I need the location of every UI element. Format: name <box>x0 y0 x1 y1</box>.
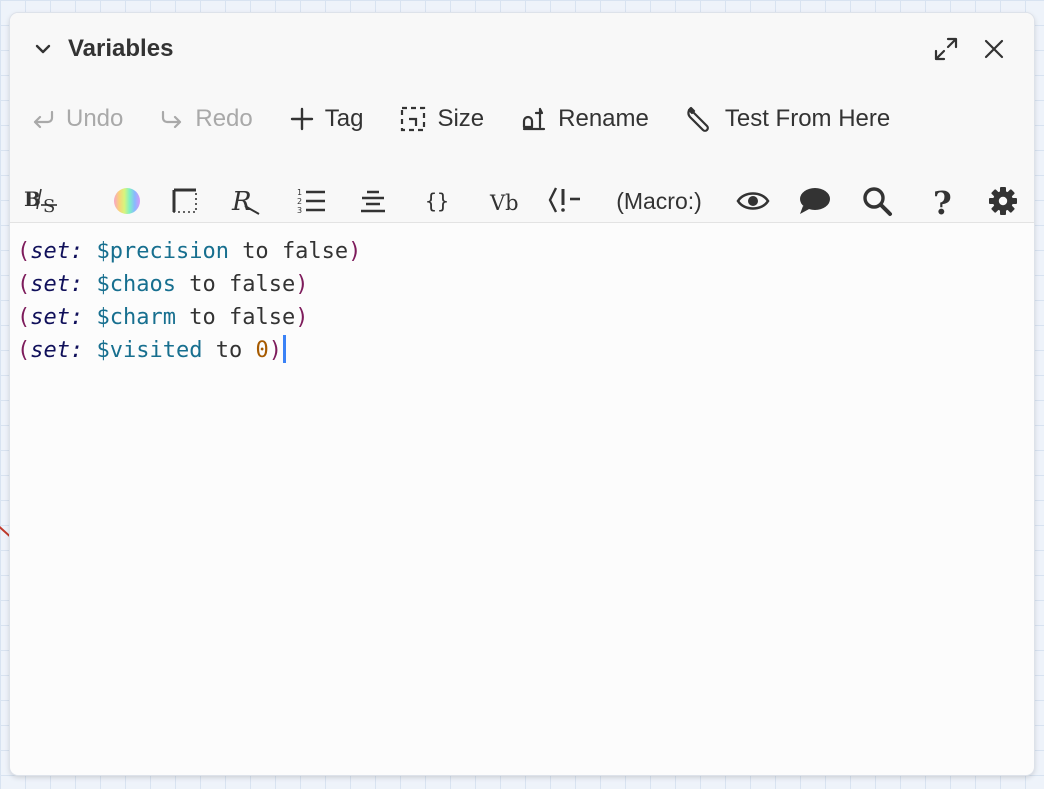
close-button[interactable] <box>978 33 1010 65</box>
svg-text:Vb: Vb <box>489 191 519 215</box>
svg-text:S: S <box>43 196 55 217</box>
plus-icon <box>290 107 313 131</box>
redo-label: Redo <box>195 105 253 132</box>
primary-toolbar: Undo Redo Tag Size Rename Test From Here <box>30 101 926 137</box>
settings-button[interactable] <box>986 179 1020 223</box>
size-button[interactable]: Size <box>399 105 484 133</box>
numbered-list-button[interactable]: 1 2 3 <box>293 179 329 223</box>
bold-strike-button[interactable]: B S <box>23 179 63 223</box>
undo-icon <box>33 110 54 129</box>
code-line: (set: $charm to false) <box>17 305 309 330</box>
redo-icon <box>162 110 182 129</box>
chevron-down-icon <box>35 44 51 54</box>
undo-button[interactable]: Undo <box>30 105 123 133</box>
braces-icon: {} <box>425 189 449 213</box>
variables-dialog: Variables Undo Redo Tag Size Rename Test… <box>10 13 1034 775</box>
html-comment-icon <box>548 187 580 213</box>
verbatim-button[interactable]: Vb <box>486 179 526 223</box>
svg-text:3: 3 <box>297 206 302 215</box>
tag-button[interactable]: Tag <box>289 105 364 133</box>
rename-label: Rename <box>558 105 649 132</box>
special-character-button[interactable]: R <box>229 179 263 223</box>
redo-button[interactable]: Redo <box>159 105 253 133</box>
code-line: (set: $chaos to false) <box>17 272 309 297</box>
align-center-button[interactable] <box>357 179 389 223</box>
special-character-icon: R <box>231 187 260 217</box>
braces-button[interactable]: {} <box>421 179 455 223</box>
svg-text:R: R <box>231 187 252 217</box>
undo-label: Undo <box>66 105 124 132</box>
speech-bubble-icon <box>800 188 830 214</box>
dialog-header: Variables Undo Redo Tag Size Rename Test… <box>10 13 1034 223</box>
dialog-title: Variables <box>68 35 174 62</box>
test-from-here-label: Test From Here <box>724 105 891 132</box>
svg-text:2: 2 <box>297 197 302 206</box>
eye-icon <box>736 192 770 210</box>
rename-button[interactable]: Rename <box>520 105 649 133</box>
svg-text:1: 1 <box>297 188 302 197</box>
text-cursor <box>282 335 286 363</box>
bold-strikethrough-icon: B S <box>24 187 57 217</box>
numbered-list-icon: 1 2 3 <box>297 188 325 215</box>
find-button[interactable] <box>859 179 895 223</box>
close-icon <box>984 39 1004 59</box>
comments-button[interactable] <box>797 179 833 223</box>
tag-label: Tag <box>324 105 364 132</box>
code-line: (set: $precision to false) <box>17 239 362 264</box>
test-from-here-button[interactable]: Test From Here <box>685 104 890 134</box>
verbatim-icon: Vb <box>489 191 519 215</box>
align-center-icon <box>361 190 385 213</box>
colour-button[interactable] <box>110 179 144 223</box>
help-icon: ? <box>933 184 952 218</box>
maximize-icon <box>934 37 958 61</box>
border-icon <box>172 188 197 213</box>
collapse-button[interactable] <box>30 36 56 62</box>
rename-icon <box>523 107 546 131</box>
size-icon <box>401 106 426 132</box>
html-comment-button[interactable] <box>547 179 587 223</box>
search-icon <box>863 187 892 216</box>
svg-text:{}: {} <box>425 189 449 213</box>
wrench-icon <box>687 106 709 132</box>
svg-text:?: ? <box>933 184 952 218</box>
code-editor[interactable]: (set: $precision to false) (set: $chaos … <box>10 224 1034 775</box>
help-button[interactable]: ? <box>927 179 961 223</box>
macro-button[interactable]: (Macro:) <box>609 179 709 223</box>
preview-button[interactable] <box>735 179 771 223</box>
gear-icon <box>989 187 1017 215</box>
color-wheel-icon <box>114 188 140 214</box>
border-button[interactable] <box>168 179 202 223</box>
title-row: Variables <box>30 33 1014 67</box>
size-label: Size <box>437 105 485 132</box>
maximize-button[interactable] <box>930 33 962 65</box>
code-line: (set: $visited to 0) <box>17 334 1034 367</box>
